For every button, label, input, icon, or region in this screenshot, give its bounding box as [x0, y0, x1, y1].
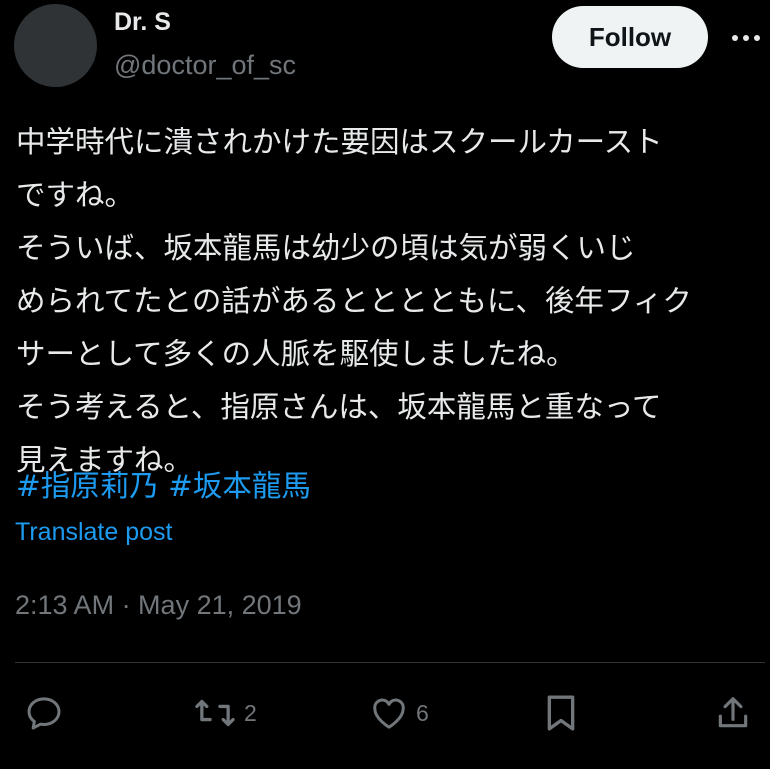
share-icon — [718, 697, 748, 728]
post-line: そう考えると、指原さんは、坂本龍馬と重なって — [16, 390, 662, 424]
repost-count: 2 — [244, 699, 257, 726]
hashtag-link[interactable]: #坂本龍馬 — [168, 469, 311, 503]
reply-button[interactable] — [24, 693, 64, 733]
like-count: 6 — [416, 699, 429, 726]
post-text: 中学時代に潰されかけた要因はスクールカースト ですね。 そういば、坂本龍馬は幼少… — [16, 116, 766, 487]
post-line: ですね。 — [16, 178, 135, 212]
like-icon — [373, 698, 405, 729]
author-handle[interactable]: @doctor_of_sc — [114, 50, 296, 81]
post-line: サーとして多くの人脈を駆使しましたね。 — [16, 337, 576, 371]
avatar[interactable] — [14, 4, 97, 87]
repost-icon — [195, 699, 235, 727]
hashtags: #指原莉乃 #坂本龍馬 — [16, 460, 311, 513]
translate-post-link[interactable]: Translate post — [15, 518, 172, 547]
post-line: そういば、坂本龍馬は幼少の頃は気が弱くいじ — [16, 231, 636, 265]
like-button[interactable]: 6 — [368, 693, 429, 733]
bookmark-icon — [547, 695, 575, 731]
follow-button[interactable]: Follow — [552, 6, 708, 68]
post-line: められてたとの話があるとととともに、後年フィク — [16, 284, 692, 318]
hashtag-link[interactable]: #指原莉乃 — [16, 469, 159, 503]
post-timestamp[interactable]: 2:13 AM · May 21, 2019 — [15, 590, 302, 621]
more-icon[interactable] — [726, 18, 766, 58]
repost-button[interactable]: 2 — [192, 693, 257, 733]
divider — [15, 662, 765, 663]
bookmark-button[interactable] — [543, 693, 579, 733]
reply-icon — [27, 697, 61, 730]
share-button[interactable] — [714, 693, 752, 733]
author-name[interactable]: Dr. S — [114, 8, 171, 37]
post-line: 中学時代に潰されかけた要因はスクールカースト — [16, 125, 663, 159]
